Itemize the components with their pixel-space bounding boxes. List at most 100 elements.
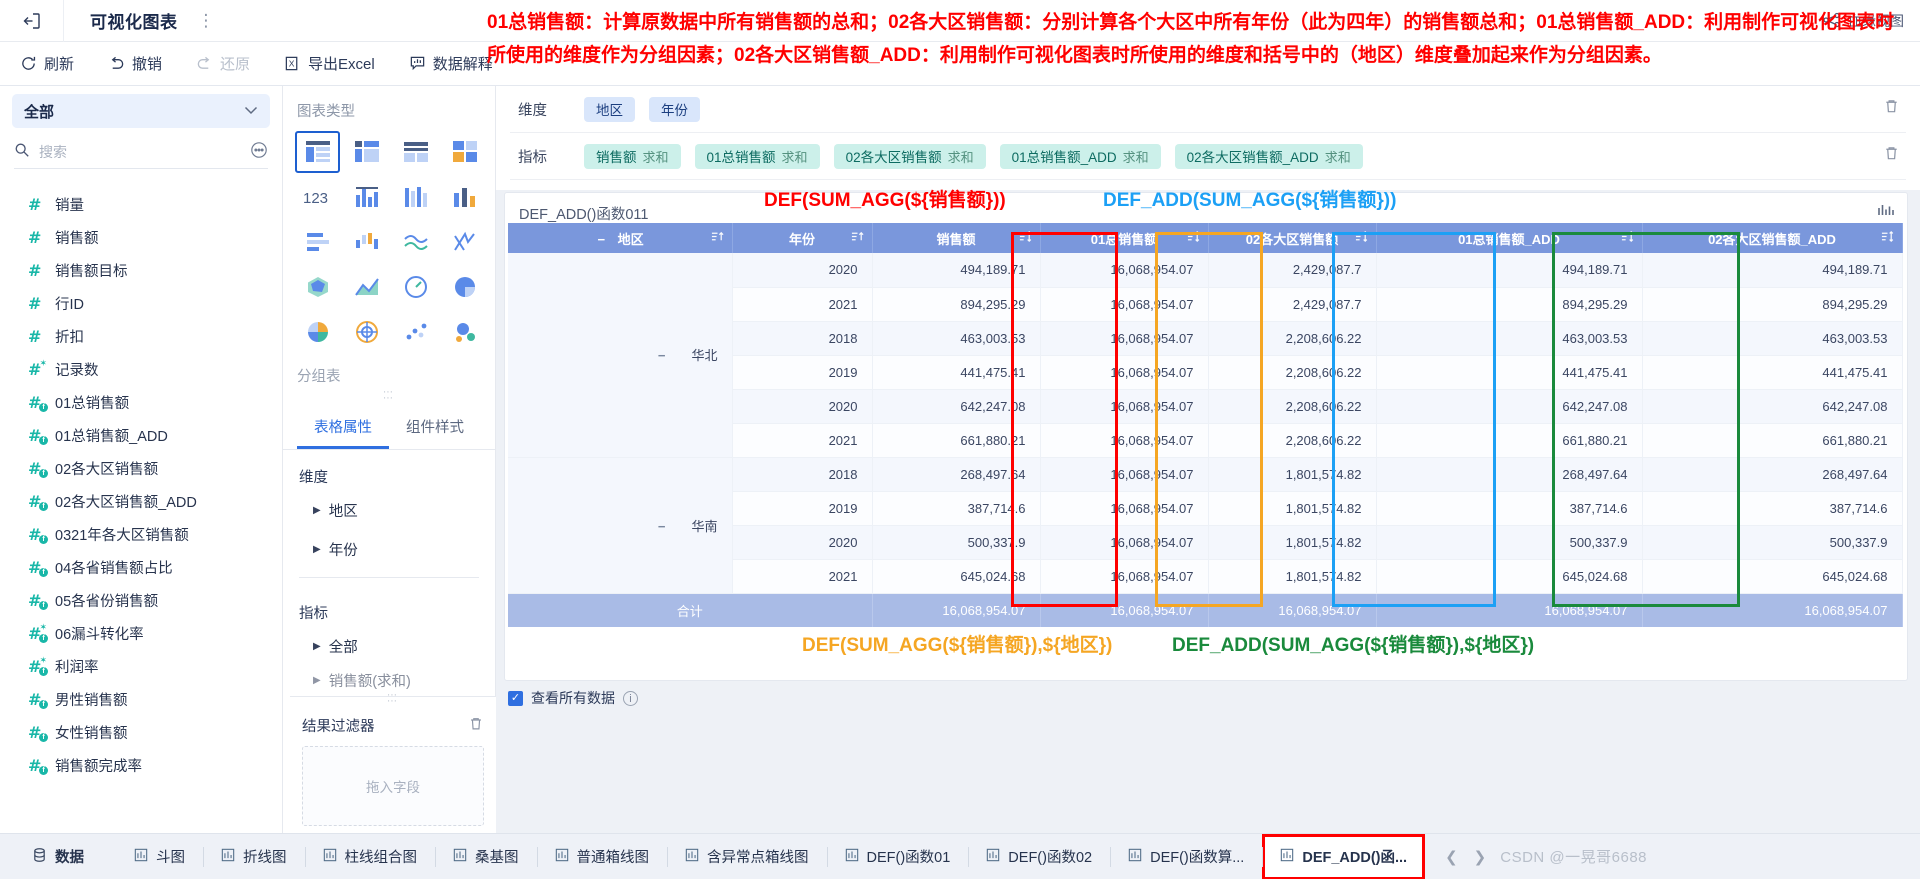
gauge-icon[interactable] — [393, 266, 438, 308]
table-scroll-area[interactable]: − 地区 年份 销售额 01总销售额 02各大区销售额 01总销售额_ADD 0… — [508, 223, 1904, 674]
filter-dropzone[interactable]: 拖入字段 — [302, 746, 484, 826]
trash-icon[interactable] — [468, 716, 484, 736]
th-region-sales-add[interactable]: 02各大区销售额_ADD — [1642, 223, 1903, 253]
multi-line-icon[interactable] — [442, 221, 487, 263]
radar-icon[interactable] — [344, 311, 389, 353]
field-item[interactable]: # f 02各大区销售额 — [0, 452, 282, 485]
table-group-cell[interactable]: − 华北 — [508, 253, 733, 458]
sort-asc-icon[interactable] — [711, 230, 724, 246]
filter-resize-handle[interactable]: ⋯ ⋯ — [290, 689, 496, 707]
bubble-icon[interactable] — [442, 311, 487, 353]
see-all-data-checkbox[interactable]: ✓ — [508, 690, 523, 706]
pie-icon[interactable] — [442, 266, 487, 308]
shelf-pill-total-sales-add[interactable]: 01总销售额_ADD 求和 — [999, 143, 1161, 169]
dimension-shelf-trash-icon[interactable] — [1883, 98, 1900, 120]
th-total-sales[interactable]: 01总销售额 — [1040, 223, 1209, 253]
metric-tree-all[interactable]: ▶ 全部 — [283, 627, 495, 666]
export-excel-button[interactable]: X 导出Excel — [280, 50, 379, 77]
number-123-icon[interactable]: 123 — [295, 176, 340, 218]
info-icon[interactable]: i — [623, 690, 638, 706]
shelf-pill-total-sales[interactable]: 01总销售额 求和 — [694, 143, 820, 169]
collapse-all-icon[interactable]: − — [596, 232, 607, 247]
title-more-icon[interactable]: ⋮ — [192, 11, 222, 31]
field-item[interactable]: # f ✶ 利润率 — [0, 650, 282, 683]
field-item[interactable]: # f 02各大区销售额_ADD — [0, 485, 282, 518]
field-item[interactable]: # f 男性销售额 — [0, 683, 282, 716]
detail-table-icon[interactable] — [393, 131, 438, 173]
bottom-tab-data[interactable]: 数据 — [0, 834, 102, 879]
sort-asc-icon[interactable] — [851, 230, 864, 246]
polygon-icon[interactable] — [295, 266, 340, 308]
back-arrow-icon[interactable] — [0, 0, 64, 42]
grouped-bar-icon[interactable] — [344, 176, 389, 218]
field-item[interactable]: # 销售额目标 — [0, 254, 282, 287]
dimension-tree-year[interactable]: ▶ 年份 — [283, 530, 495, 569]
field-item[interactable]: # 行ID — [0, 287, 282, 320]
chevron-left-icon[interactable]: ❮ — [1445, 848, 1458, 866]
sort-both-icon[interactable] — [1881, 230, 1894, 246]
group-table-icon[interactable] — [295, 131, 340, 173]
lineage-view-button[interactable]: 血缘视图 — [1823, 0, 1904, 42]
data-explain-button[interactable]: 数据解释 — [405, 50, 497, 77]
th-year[interactable]: 年份 — [732, 223, 873, 253]
th-region-sales[interactable]: 02各大区销售额 — [1208, 223, 1377, 253]
field-item[interactable]: # 销量 — [0, 188, 282, 221]
chart-switch-icon[interactable] — [1877, 202, 1895, 223]
search-input[interactable] — [39, 144, 189, 160]
table-row[interactable]: − 华南 2018 268,497.64 16,068,954.07 1,801,574.… — [508, 457, 1903, 594]
field-item[interactable]: # f 05各省份销售额 — [0, 584, 282, 617]
waterfall-icon[interactable] — [344, 221, 389, 263]
bar-horizontal-icon[interactable] — [295, 221, 340, 263]
sort-both-icon[interactable] — [1355, 230, 1368, 246]
area-icon[interactable] — [393, 221, 438, 263]
indicator-card-icon[interactable] — [442, 131, 487, 173]
redo-button[interactable]: 还原 — [192, 50, 254, 77]
shelf-pill-region[interactable]: 地区 — [584, 96, 635, 122]
field-item[interactable]: # 销售额 — [0, 221, 282, 254]
dataset-selector[interactable]: 全部 — [12, 94, 270, 128]
field-item[interactable]: # 折扣 — [0, 320, 282, 353]
sort-both-icon[interactable] — [1019, 230, 1032, 246]
field-item[interactable]: # ✶ 记录数 — [0, 353, 282, 386]
stacked-bar-icon[interactable] — [393, 176, 438, 218]
sheet-tab[interactable]: 普通箱线图 — [536, 834, 668, 879]
search-options-icon[interactable] — [250, 141, 268, 164]
sheet-tab[interactable]: 柱线组合图 — [304, 834, 436, 879]
shelf-pill-region-sales[interactable]: 02各大区销售额 求和 — [833, 143, 986, 169]
tab-table-attributes[interactable]: 表格属性 — [297, 408, 389, 449]
table-group-cell[interactable]: − 华南 — [508, 457, 733, 594]
shelf-pill-year[interactable]: 年份 — [649, 96, 700, 122]
field-item[interactable]: # f 0321年各大区销售额 — [0, 518, 282, 551]
refresh-button[interactable]: 刷新 — [16, 50, 78, 77]
tab-component-style[interactable]: 组件样式 — [389, 408, 481, 449]
cross-table-icon[interactable] — [344, 131, 389, 173]
sheet-tab[interactable]: DEF_ADD()函... — [1262, 833, 1426, 879]
field-item[interactable]: # f ✶ 06漏斗转化率 — [0, 617, 282, 650]
field-item[interactable]: # f 01总销售额_ADD — [0, 419, 282, 452]
sheet-tab[interactable]: 含异常点箱线图 — [667, 834, 827, 879]
panel-resize-handle[interactable]: ⋯ ⋯ — [283, 386, 495, 404]
th-sales[interactable]: 销售额 — [872, 223, 1041, 253]
column-icon[interactable] — [442, 176, 487, 218]
chevron-right-icon[interactable]: ❯ — [1474, 848, 1487, 866]
sheet-tab[interactable]: DEF()函数算... — [1110, 834, 1262, 879]
rose-pie-icon[interactable] — [295, 311, 340, 353]
th-total-sales-add[interactable]: 01总销售额_ADD — [1376, 223, 1643, 253]
th-region[interactable]: − 地区 — [508, 223, 733, 253]
sheet-tab[interactable]: 折线图 — [203, 834, 305, 879]
sheet-tab[interactable]: DEF()函数02 — [968, 834, 1110, 879]
shelf-pill-sales[interactable]: 销售额 求和 — [584, 143, 681, 169]
field-item[interactable]: # f 04各省销售额占比 — [0, 551, 282, 584]
field-item[interactable]: # f 女性销售额 — [0, 716, 282, 749]
sort-both-icon[interactable] — [1621, 230, 1634, 246]
sort-both-icon[interactable] — [1187, 230, 1200, 246]
table-row[interactable]: − 华北 2020 494,189.71 16,068,954.07 2,429,087.… — [508, 253, 1903, 458]
sheet-tab[interactable]: 斗图 — [102, 834, 203, 879]
sheet-tab[interactable]: DEF()函数01 — [826, 834, 969, 879]
undo-button[interactable]: 撤销 — [104, 50, 166, 77]
field-item[interactable]: # f 销售额完成率 — [0, 749, 282, 782]
shelf-pill-region-sales-add[interactable]: 02各大区销售额_ADD 求和 — [1174, 143, 1363, 169]
scatter-icon[interactable] — [393, 311, 438, 353]
line-area-icon[interactable] — [344, 266, 389, 308]
sheet-tab[interactable]: 桑基图 — [435, 834, 537, 879]
